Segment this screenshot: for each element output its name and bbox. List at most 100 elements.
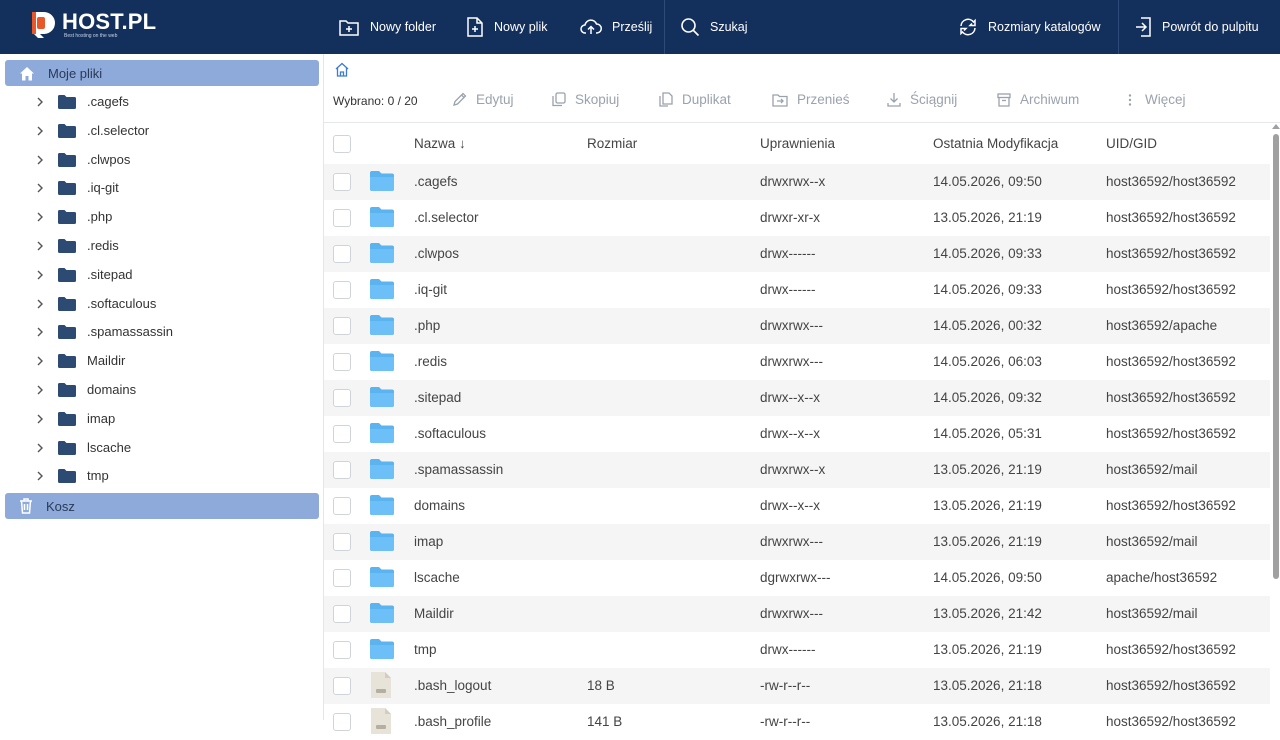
- cell-name[interactable]: .spamassassin: [414, 462, 503, 477]
- row-checkbox[interactable]: [333, 281, 351, 299]
- row-checkbox[interactable]: [333, 425, 351, 443]
- new-file-button[interactable]: Nowy plik: [466, 0, 548, 54]
- row-checkbox[interactable]: [333, 605, 351, 623]
- column-name[interactable]: Nazwa ↓: [414, 136, 466, 151]
- sidebar-folder-item[interactable]: .softaculous: [0, 290, 320, 318]
- table-row[interactable]: .clwpos drwx------ 14.05.2026, 09:33 host36…: [324, 236, 1270, 272]
- sidebar-folder-item[interactable]: imap: [0, 405, 320, 433]
- chevron-right-icon[interactable]: [36, 385, 44, 395]
- sidebar-folder-item[interactable]: .cagefs: [0, 88, 320, 116]
- table-row[interactable]: .iq-git drwx------ 14.05.2026, 09:33 host36…: [324, 272, 1270, 308]
- cell-name[interactable]: tmp: [414, 642, 437, 657]
- column-modified[interactable]: Ostatnia Modyfikacja: [933, 136, 1058, 151]
- row-checkbox[interactable]: [333, 569, 351, 587]
- cell-name[interactable]: .php: [414, 318, 440, 333]
- scroll-up-arrow-icon[interactable]: [1272, 124, 1280, 129]
- table-row[interactable]: tmp drwx------ 13.05.2026, 21:19 host36592/…: [324, 632, 1270, 668]
- row-checkbox[interactable]: [333, 389, 351, 407]
- search-button[interactable]: Szukaj: [680, 0, 748, 54]
- chevron-right-icon[interactable]: [36, 97, 44, 107]
- table-row[interactable]: .cagefs drwxrwx--x 14.05.2026, 09:50 host36…: [324, 164, 1270, 200]
- table-row[interactable]: .php drwxrwx--- 14.05.2026, 00:32 host36592…: [324, 308, 1270, 344]
- duplicate-button[interactable]: Duplikat: [659, 92, 731, 107]
- new-folder-button[interactable]: Nowy folder: [338, 0, 436, 54]
- breadcrumb-home[interactable]: [334, 62, 350, 81]
- chevron-right-icon[interactable]: [36, 126, 44, 136]
- cell-name[interactable]: .cl.selector: [414, 210, 479, 225]
- dir-sizes-button[interactable]: Rozmiary katalogów: [958, 0, 1101, 54]
- cell-name[interactable]: .sitepad: [414, 390, 461, 405]
- chevron-right-icon[interactable]: [36, 356, 44, 366]
- table-row[interactable]: imap drwxrwx--- 13.05.2026, 21:19 host36592…: [324, 524, 1270, 560]
- brand-logo[interactable]: HOST.PL Best hosting on the web: [30, 10, 156, 40]
- row-checkbox[interactable]: [333, 533, 351, 551]
- cell-name[interactable]: domains: [414, 498, 465, 513]
- select-all-checkbox[interactable]: [333, 135, 351, 153]
- table-row[interactable]: lscache dgrwxrwx--- 14.05.2026, 09:50 apach…: [324, 560, 1270, 596]
- cell-name[interactable]: .bash_logout: [414, 678, 491, 693]
- row-checkbox[interactable]: [333, 317, 351, 335]
- copy-button[interactable]: Skopiuj: [552, 92, 619, 107]
- row-checkbox[interactable]: [333, 641, 351, 659]
- sidebar-trash[interactable]: Kosz: [5, 493, 319, 519]
- cell-name[interactable]: imap: [414, 534, 443, 549]
- sidebar-folder-item[interactable]: .iq-git: [0, 174, 320, 202]
- more-button[interactable]: Więcej: [1124, 92, 1186, 107]
- chevron-right-icon[interactable]: [36, 471, 44, 481]
- chevron-right-icon[interactable]: [36, 327, 44, 337]
- download-button[interactable]: Ściągnij: [887, 92, 957, 107]
- row-checkbox[interactable]: [333, 245, 351, 263]
- table-row[interactable]: .softaculous drwx--x--x 14.05.2026, 05:31 h…: [324, 416, 1270, 452]
- vertical-scrollbar[interactable]: [1272, 124, 1280, 720]
- table-row[interactable]: .bash_logout 18 B -rw-r--r-- 13.05.2026, 21…: [324, 668, 1270, 704]
- chevron-right-icon[interactable]: [36, 155, 44, 165]
- sidebar-folder-item[interactable]: .cl.selector: [0, 117, 320, 145]
- row-checkbox[interactable]: [333, 461, 351, 479]
- row-checkbox[interactable]: [333, 677, 351, 695]
- column-size[interactable]: Rozmiar: [587, 136, 637, 151]
- sidebar-folder-item[interactable]: lscache: [0, 434, 320, 462]
- sidebar-folder-item[interactable]: .php: [0, 203, 320, 231]
- edit-button[interactable]: Edytuj: [452, 92, 514, 107]
- cell-name[interactable]: .softaculous: [414, 426, 486, 441]
- table-row[interactable]: domains drwx--x--x 13.05.2026, 21:19 host36…: [324, 488, 1270, 524]
- cell-name[interactable]: .iq-git: [414, 282, 447, 297]
- row-checkbox[interactable]: [333, 173, 351, 191]
- table-row[interactable]: Maildir drwxrwx--- 13.05.2026, 21:42 host36…: [324, 596, 1270, 632]
- table-row[interactable]: .redis drwxrwx--- 14.05.2026, 06:03 host365…: [324, 344, 1270, 380]
- scrollbar-thumb[interactable]: [1273, 134, 1279, 579]
- table-row[interactable]: .bash_profile 141 B -rw-r--r-- 13.05.2026, …: [324, 704, 1270, 740]
- cell-name[interactable]: .bash_profile: [414, 714, 491, 729]
- sidebar-folder-item[interactable]: .redis: [0, 232, 320, 260]
- chevron-right-icon[interactable]: [36, 414, 44, 424]
- table-row[interactable]: .cl.selector drwxr-xr-x 13.05.2026, 21:19 h…: [324, 200, 1270, 236]
- cell-name[interactable]: .redis: [414, 354, 447, 369]
- column-permissions[interactable]: Uprawnienia: [760, 136, 835, 151]
- chevron-right-icon[interactable]: [36, 183, 44, 193]
- sidebar-my-files[interactable]: Moje pliki: [5, 60, 319, 86]
- upload-button[interactable]: Prześlij: [580, 0, 652, 54]
- chevron-right-icon[interactable]: [36, 241, 44, 251]
- row-checkbox[interactable]: [333, 497, 351, 515]
- sidebar-folder-item[interactable]: Maildir: [0, 347, 320, 375]
- move-button[interactable]: Przenieś: [772, 92, 850, 107]
- row-checkbox[interactable]: [333, 353, 351, 371]
- column-uid-gid[interactable]: UID/GID: [1106, 136, 1157, 151]
- chevron-right-icon[interactable]: [36, 212, 44, 222]
- sidebar-folder-item[interactable]: .spamassassin: [0, 318, 320, 346]
- sidebar-folder-item[interactable]: tmp: [0, 462, 320, 490]
- row-checkbox[interactable]: [333, 713, 351, 731]
- cell-name[interactable]: .clwpos: [414, 246, 459, 261]
- cell-name[interactable]: lscache: [414, 570, 460, 585]
- table-row[interactable]: .sitepad drwx--x--x 14.05.2026, 09:32 host3…: [324, 380, 1270, 416]
- row-checkbox[interactable]: [333, 209, 351, 227]
- sidebar-folder-item[interactable]: .clwpos: [0, 146, 320, 174]
- chevron-right-icon[interactable]: [36, 270, 44, 280]
- chevron-right-icon[interactable]: [36, 443, 44, 453]
- cell-name[interactable]: Maildir: [414, 606, 454, 621]
- sidebar-folder-item[interactable]: .sitepad: [0, 261, 320, 289]
- archive-button[interactable]: Archiwum: [997, 92, 1079, 107]
- back-to-dashboard-button[interactable]: Powrót do pulpitu: [1134, 0, 1259, 54]
- sidebar-folder-item[interactable]: domains: [0, 376, 320, 404]
- cell-name[interactable]: .cagefs: [414, 174, 458, 189]
